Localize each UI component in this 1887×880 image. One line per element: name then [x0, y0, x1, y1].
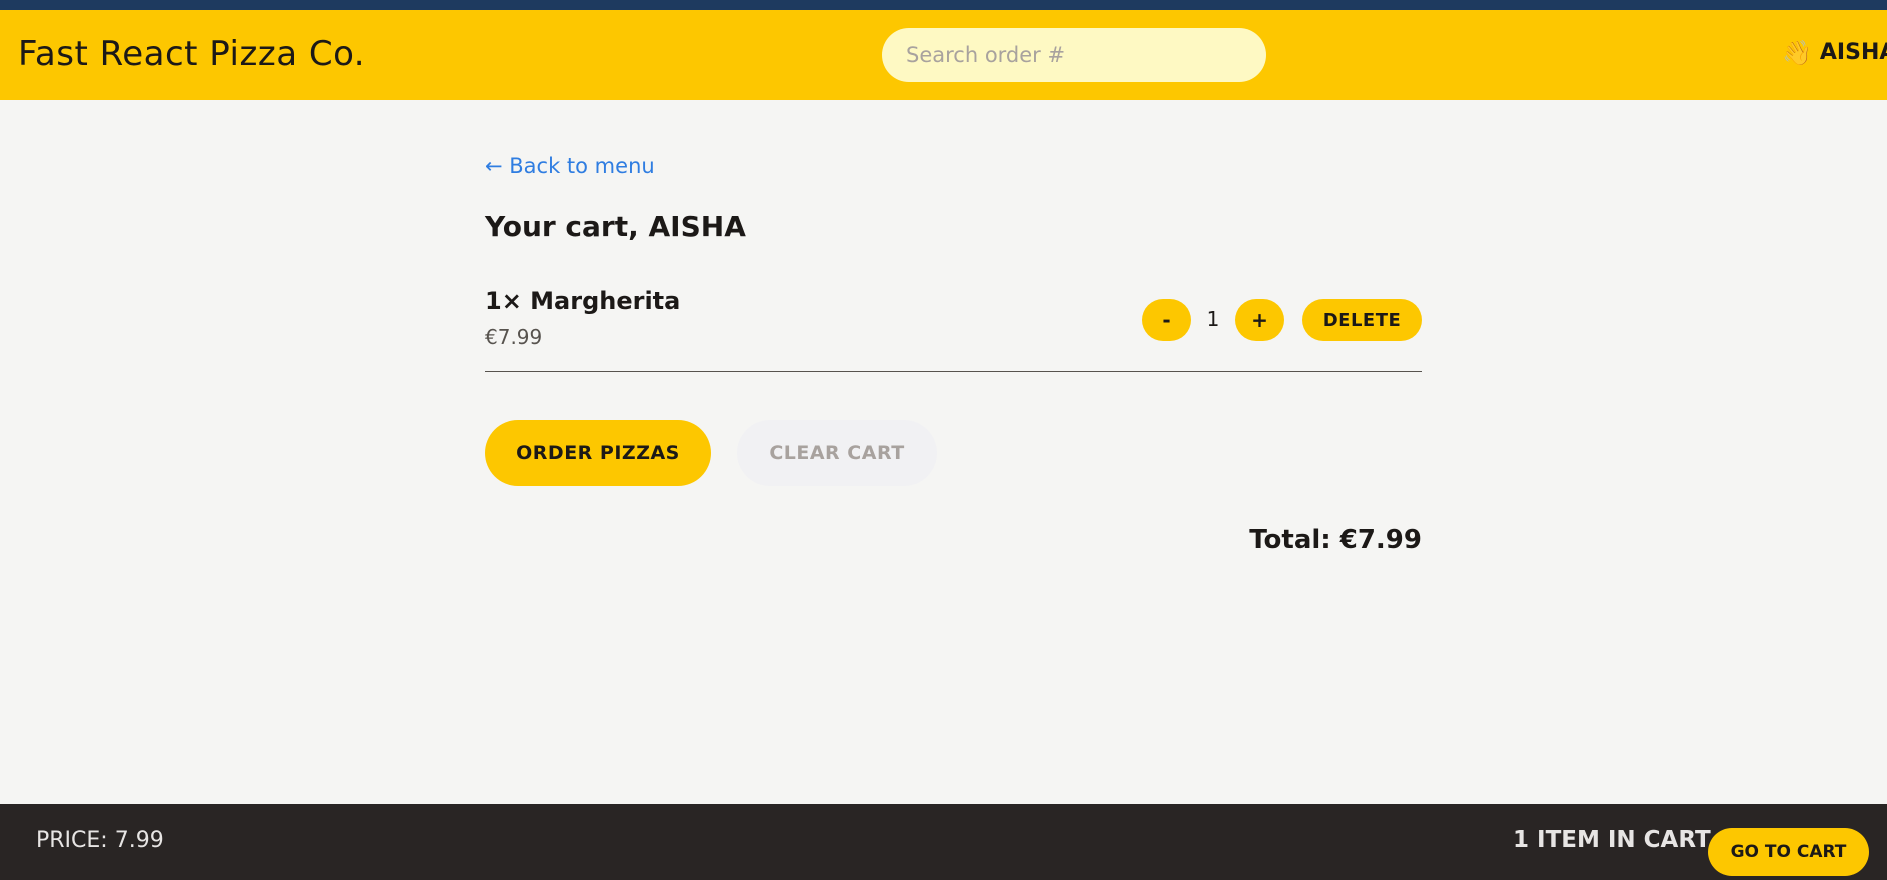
order-pizzas-button[interactable]: ORDER PIZZAS: [485, 420, 711, 486]
decrease-quantity-button[interactable]: -: [1142, 299, 1191, 341]
footer-item-count: 1 ITEM IN CART: [1513, 827, 1711, 853]
top-strip: [0, 0, 1887, 10]
cart-item: 1× Margherita €7.99 - 1 + DELETE: [485, 285, 1422, 372]
waving-hand-icon: 👋: [1782, 38, 1812, 67]
user-name: AISHA: [1819, 40, 1887, 65]
cart-total: Total: €7.99: [1249, 525, 1422, 555]
user-greeting: 👋 AISHA: [1782, 40, 1887, 65]
quantity-value: 1: [1206, 307, 1220, 331]
cart-item-name: 1× Margherita: [485, 287, 681, 315]
delete-item-button[interactable]: DELETE: [1302, 299, 1422, 341]
footer-price: PRICE: 7.99: [36, 828, 164, 853]
increase-quantity-button[interactable]: +: [1235, 299, 1284, 341]
go-to-cart-button[interactable]: GO TO CART: [1708, 828, 1869, 876]
search-order-input[interactable]: [882, 28, 1266, 82]
back-to-menu-link[interactable]: ← Back to menu: [485, 154, 655, 178]
clear-cart-button[interactable]: CLEAR CART: [737, 420, 937, 486]
brand-logo-text[interactable]: Fast React Pizza Co.: [18, 34, 365, 74]
cart-item-price: €7.99: [485, 325, 543, 349]
cart-title: Your cart, AISHA: [485, 210, 746, 243]
header-bar: Fast React Pizza Co. 👋 AISHA: [0, 10, 1887, 100]
cart-overview-footer: PRICE: 7.99 1 ITEM IN CART GO TO CART: [0, 804, 1887, 880]
